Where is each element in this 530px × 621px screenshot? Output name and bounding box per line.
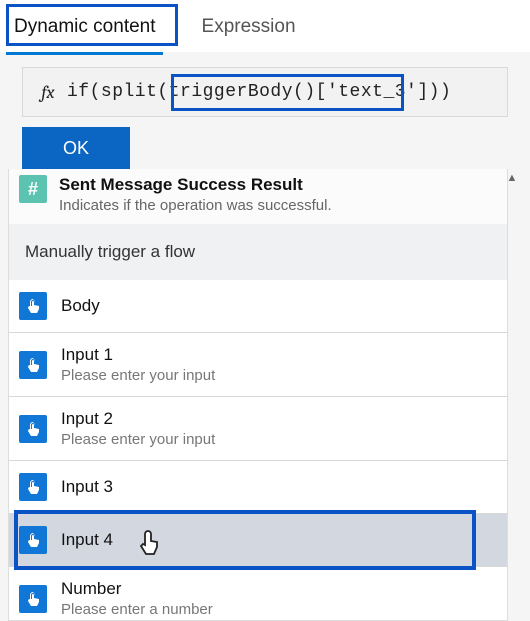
item-title: Input 2	[61, 409, 215, 429]
item-subtitle: Please enter your input	[61, 431, 215, 448]
tab-expression[interactable]: Expression	[194, 6, 304, 52]
list-item[interactable]: Input 3	[9, 461, 507, 514]
item-title: Number	[61, 579, 213, 599]
slack-icon: #	[19, 175, 47, 203]
touch-icon	[19, 292, 47, 320]
tab-active-underline	[6, 52, 163, 55]
item-title: Input 4	[61, 530, 113, 550]
list-item[interactable]: # Sent Message Success Result Indicates …	[9, 169, 507, 224]
list-item[interactable]: Input 1 Please enter your input	[9, 333, 507, 397]
list-item-input-4[interactable]: Input 4	[9, 514, 507, 567]
item-title: Body	[61, 296, 100, 316]
item-title: Input 3	[61, 477, 113, 497]
touch-icon	[19, 415, 47, 443]
ok-button[interactable]: OK	[22, 127, 130, 169]
list-item[interactable]: Number Please enter a number	[9, 567, 507, 620]
item-subtitle: Please enter your input	[61, 367, 215, 384]
section-header-manual-trigger: Manually trigger a flow	[9, 224, 507, 280]
list-item[interactable]: Body	[9, 280, 507, 333]
tab-bar: Dynamic content Expression	[0, 0, 530, 52]
trigger-items-list: Body Input 1 Please enter your input Inp…	[9, 280, 507, 620]
touch-icon	[19, 351, 47, 379]
expression-input-box[interactable]: fx if(split(triggerBody()['text_3']))	[22, 67, 508, 117]
touch-icon	[19, 585, 47, 613]
list-item[interactable]: Input 2 Please enter your input	[9, 397, 507, 461]
tab-dynamic-content[interactable]: Dynamic content	[6, 6, 164, 52]
sent-message-title: Sent Message Success Result	[59, 175, 332, 195]
item-title: Input 1	[61, 345, 215, 365]
touch-icon	[19, 473, 47, 501]
expression-text: if(split(triggerBody()['text_3']))	[67, 82, 451, 102]
dynamic-content-panel: # Sent Message Success Result Indicates …	[8, 169, 508, 621]
sent-message-subtitle: Indicates if the operation was successfu…	[59, 197, 332, 214]
touch-icon	[19, 526, 47, 554]
scroll-up-arrow[interactable]: ▲	[504, 170, 520, 186]
fx-label: fx	[29, 82, 67, 103]
